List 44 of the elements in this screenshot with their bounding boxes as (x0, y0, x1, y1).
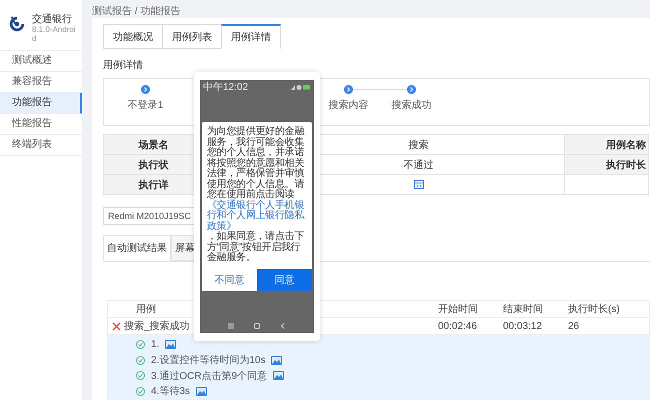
column-header: 用例 (135, 303, 157, 316)
bank-logo-icon (8, 15, 26, 33)
image-icon[interactable] (271, 356, 282, 365)
sidebar-item[interactable]: 功能报告 (0, 93, 82, 114)
status-time: 中午12:02 (203, 80, 248, 94)
step-label: 搜索成功 (392, 98, 432, 112)
breadcrumb: 测试报告 / 功能报告 (92, 4, 182, 18)
image-icon[interactable] (273, 371, 284, 380)
column-header: 执行时长(s) (568, 302, 621, 316)
app-name: 交通银行 (32, 12, 73, 26)
table-cell-text: 26 (568, 320, 580, 332)
section-title: 用例详情 (103, 58, 144, 72)
tab[interactable]: 自动测试结果 (103, 235, 171, 261)
step-label: 1. (151, 339, 160, 350)
step-label: 不登录1 (128, 99, 164, 112)
menu-icon[interactable] (228, 323, 234, 329)
table-label: 用例名称 (564, 134, 648, 154)
image-icon[interactable] (165, 340, 176, 350)
image-icon[interactable] (196, 386, 207, 396)
back-icon[interactable] (280, 323, 286, 329)
step-label: 3.通过OCR点击第9个同意 (151, 370, 268, 383)
home-icon[interactable] (254, 323, 260, 329)
tab[interactable]: 功能概况 (103, 24, 163, 49)
column-header: 结束时间 (503, 302, 544, 316)
step-label: 2.设置控件等待时间为10s (151, 354, 266, 368)
step-label: 搜索内容 (328, 98, 368, 112)
agree-button[interactable]: 同意 (257, 268, 312, 291)
sidebar-item[interactable]: 测试概述 (0, 51, 82, 72)
table-cell-text: 00:03:12 (503, 320, 543, 332)
table-cell-text: 搜索_搜索成功 (124, 320, 190, 333)
code-icon[interactable] (414, 180, 424, 189)
table-label: 执行时长 (564, 154, 648, 174)
column-header: 开始时间 (438, 302, 479, 316)
table-cell-text: 00:02:46 (438, 320, 478, 332)
step-label: 4.等待3s (151, 384, 190, 398)
sidebar-item[interactable]: 终端列表 (0, 135, 82, 156)
app-version: 8.1.0-Android (32, 26, 76, 44)
status-icons (289, 84, 311, 90)
step-icon (141, 85, 150, 94)
step-icon (344, 85, 353, 94)
step-icon (407, 85, 416, 94)
tab[interactable]: 用例列表 (162, 24, 222, 49)
sidebar-item[interactable]: 性能报告 (0, 114, 82, 135)
tab[interactable]: 用例详情 (221, 24, 281, 49)
